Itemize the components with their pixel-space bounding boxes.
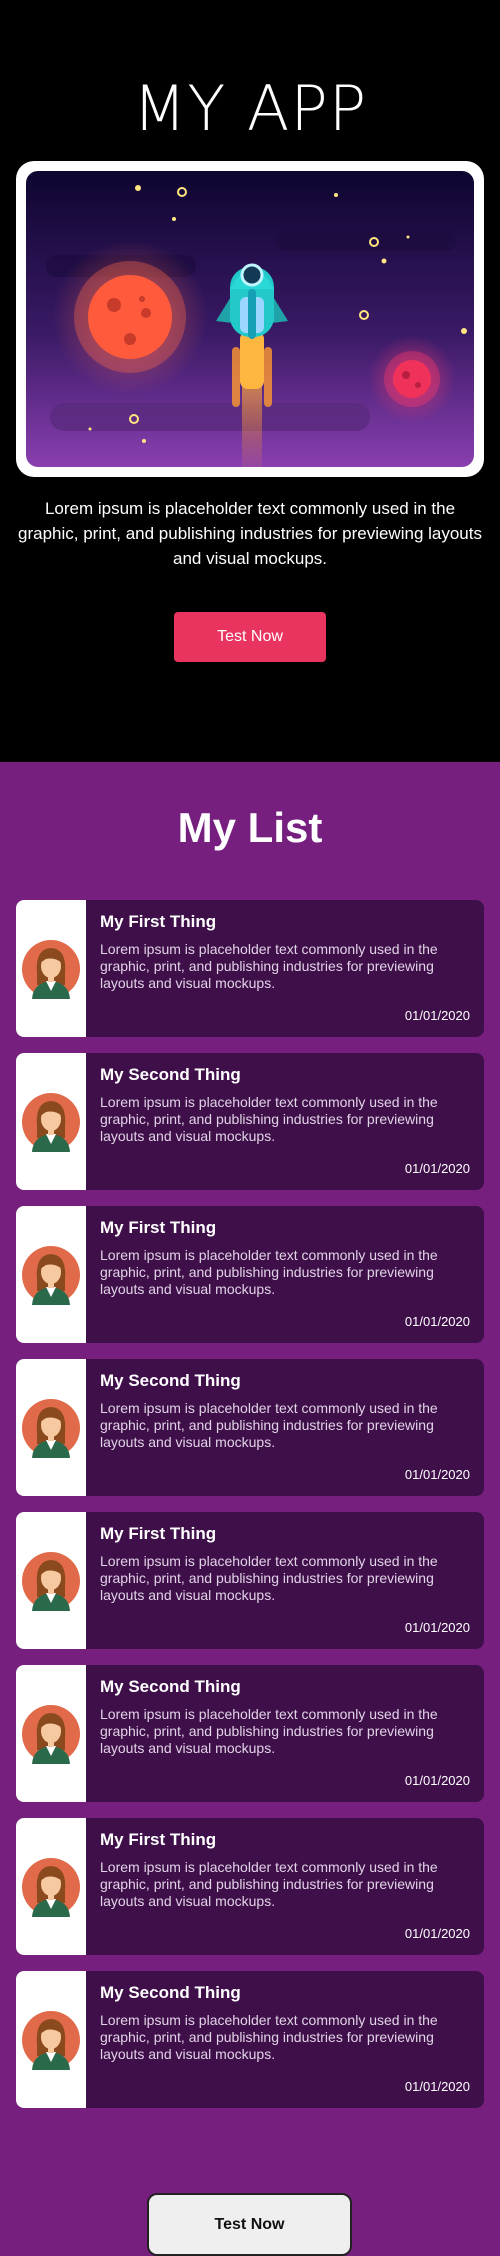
avatar — [16, 900, 86, 1037]
avatar — [16, 1053, 86, 1190]
list-item[interactable]: My First Thing Lorem ipsum is placeholde… — [16, 1512, 484, 1649]
list-item-description: Lorem ipsum is placeholder text commonly… — [100, 1553, 438, 1603]
list-item-date: 01/01/2020 — [404, 1008, 470, 1023]
list-item-description: Lorem ipsum is placeholder text commonly… — [100, 1400, 438, 1450]
list-item-date: 01/01/2020 — [404, 1467, 470, 1482]
list-item-date: 01/01/2020 — [404, 1926, 470, 1941]
woman-avatar-icon — [22, 2010, 80, 2070]
list-item-body: My Second Thing Lorem ipsum is placehold… — [86, 1053, 484, 1190]
list-item[interactable]: My First Thing Lorem ipsum is placeholde… — [16, 900, 484, 1037]
list-item[interactable]: My Second Thing Lorem ipsum is placehold… — [16, 1053, 484, 1190]
list-item-description: Lorem ipsum is placeholder text commonly… — [100, 1859, 438, 1909]
woman-avatar-icon — [22, 1857, 80, 1917]
avatar — [16, 1665, 86, 1802]
list-item-date: 01/01/2020 — [404, 2079, 470, 2094]
rocket-illustration — [26, 171, 474, 467]
list-item[interactable]: My Second Thing Lorem ipsum is placehold… — [16, 1665, 484, 1802]
list-title: My List — [177, 804, 323, 851]
card-list: My First Thing Lorem ipsum is placeholde… — [16, 900, 484, 2124]
app-title: MY APP — [132, 72, 368, 145]
list-item-title: My First Thing — [100, 912, 217, 931]
list-item-body: My First Thing Lorem ipsum is placeholde… — [86, 1818, 484, 1955]
list-item-date: 01/01/2020 — [404, 1314, 470, 1329]
list-item-title: My First Thing — [100, 1218, 217, 1237]
list-item-body: My Second Thing Lorem ipsum is placehold… — [86, 1665, 484, 1802]
avatar — [16, 1359, 86, 1496]
avatar — [16, 1512, 86, 1649]
list-item[interactable]: My Second Thing Lorem ipsum is placehold… — [16, 1971, 484, 2108]
list-item-date: 01/01/2020 — [404, 1773, 470, 1788]
list-item-body: My First Thing Lorem ipsum is placeholde… — [86, 1512, 484, 1649]
list-item-description: Lorem ipsum is placeholder text commonly… — [100, 1094, 438, 1144]
list-item-title: My Second Thing — [100, 1371, 241, 1390]
woman-avatar-icon — [22, 1398, 80, 1458]
list-item-title: My First Thing — [100, 1524, 217, 1543]
list-item-body: My Second Thing Lorem ipsum is placehold… — [86, 1971, 484, 2108]
woman-avatar-icon — [22, 1092, 80, 1152]
list-item-date: 01/01/2020 — [404, 1161, 470, 1176]
list-item-body: My Second Thing Lorem ipsum is placehold… — [86, 1359, 484, 1496]
list-item-description: Lorem ipsum is placeholder text commonly… — [100, 941, 438, 991]
list-item-description: Lorem ipsum is placeholder text commonly… — [100, 1247, 438, 1297]
list-item[interactable]: My First Thing Lorem ipsum is placeholde… — [16, 1206, 484, 1343]
woman-avatar-icon — [22, 939, 80, 999]
list-item-body: My First Thing Lorem ipsum is placeholde… — [86, 1206, 484, 1343]
list-item-title: My Second Thing — [100, 1983, 241, 2002]
avatar — [16, 1818, 86, 1955]
woman-avatar-icon — [22, 1551, 80, 1611]
list-item-body: My First Thing Lorem ipsum is placeholde… — [86, 900, 484, 1037]
woman-avatar-icon — [22, 1704, 80, 1764]
hero-description: Lorem ipsum is placeholder text commonly… — [18, 499, 482, 568]
list-item-description: Lorem ipsum is placeholder text commonly… — [100, 1706, 438, 1756]
bottom-test-now-button[interactable]: Test Now — [147, 2193, 352, 2256]
list-item-date: 01/01/2020 — [404, 1620, 470, 1635]
woman-avatar-icon — [22, 1245, 80, 1305]
list-item[interactable]: My Second Thing Lorem ipsum is placehold… — [16, 1359, 484, 1496]
list-item-title: My Second Thing — [100, 1065, 241, 1084]
list-section: My List My First Thing Lorem ipsum is pl… — [0, 762, 500, 2256]
list-item-description: Lorem ipsum is placeholder text commonly… — [100, 2012, 438, 2062]
avatar — [16, 1206, 86, 1343]
list-item-title: My First Thing — [100, 1830, 217, 1849]
list-item[interactable]: My First Thing Lorem ipsum is placeholde… — [16, 1818, 484, 1955]
test-now-button[interactable]: Test Now — [174, 612, 326, 662]
avatar — [16, 1971, 86, 2108]
hero-illustration-frame — [16, 161, 484, 477]
hero-section: MY APP Lorem ipsum is placeholder text c… — [0, 0, 500, 762]
list-item-title: My Second Thing — [100, 1677, 241, 1696]
